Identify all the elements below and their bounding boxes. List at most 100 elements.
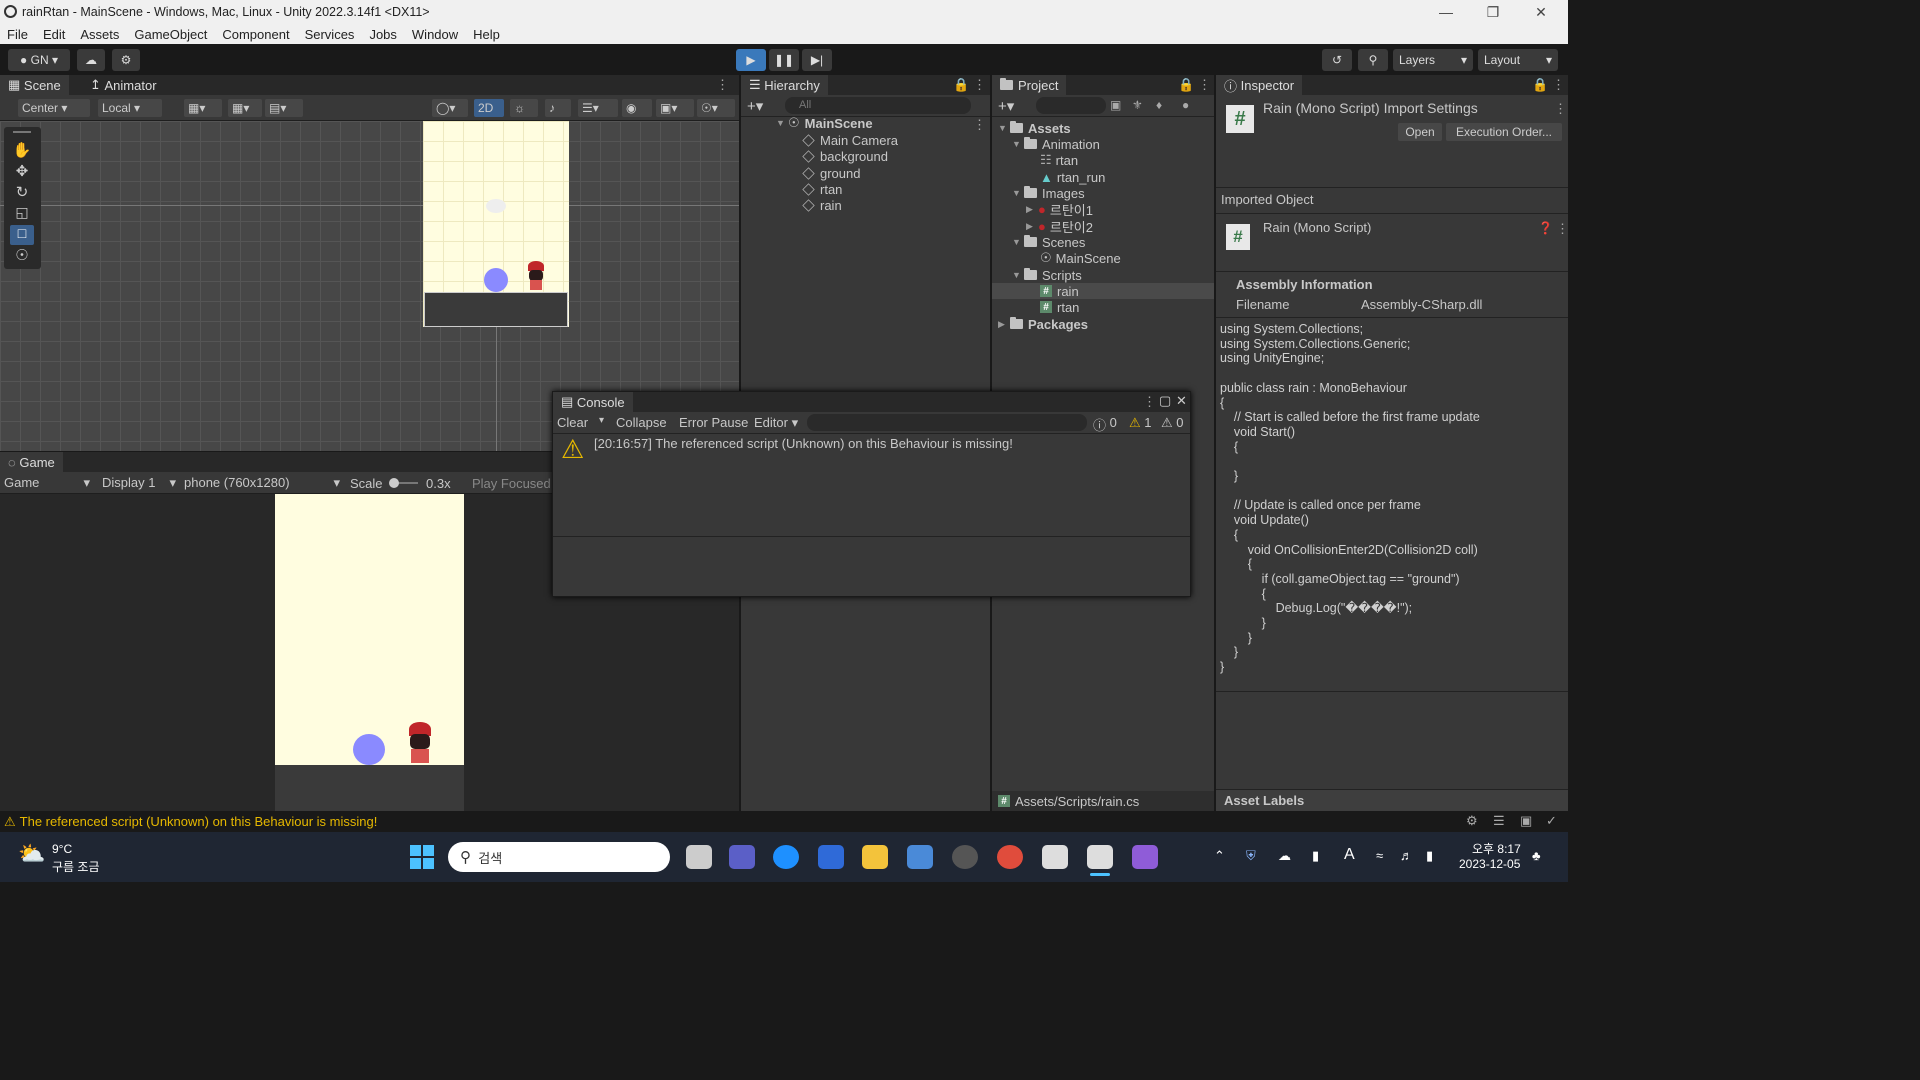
more-icon[interactable]: ⋮ xyxy=(716,77,729,93)
hierarchy-item-background[interactable]: background xyxy=(802,148,888,164)
project-item-rtan-run[interactable]: ▲ rtan_run xyxy=(1040,169,1105,185)
effects-icon[interactable]: ☰▾ xyxy=(578,99,618,117)
search-icon[interactable]: ⚲ xyxy=(1358,49,1388,71)
expand-icon[interactable]: ▼ xyxy=(998,123,1010,133)
expand-icon[interactable]: ▶ xyxy=(1026,204,1038,215)
expand-icon[interactable]: ▼ xyxy=(1012,270,1024,280)
remote-desktop-icon[interactable] xyxy=(907,845,933,869)
clock-date[interactable]: 2023-12-05 xyxy=(1459,857,1520,871)
expand-icon[interactable]: ▶ xyxy=(1026,221,1038,232)
tab-animator[interactable]: ↥ Animator xyxy=(82,75,165,95)
resolution-dropdown[interactable]: phone (760x1280) ▾ xyxy=(184,475,340,491)
expand-icon[interactable]: ▶ xyxy=(998,319,1010,330)
clear-options-dropdown[interactable]: ▾ xyxy=(599,415,604,426)
more-icon[interactable]: ⋮ xyxy=(1552,77,1565,93)
add-icon[interactable]: +▾ xyxy=(998,97,1014,115)
usb-icon[interactable]: ▮ xyxy=(1312,848,1319,864)
project-item-image-1[interactable]: ▶ ● 르탄이1 xyxy=(1026,201,1093,218)
project-item-mainscene[interactable]: ☉ MainScene xyxy=(1040,250,1121,266)
tab-console[interactable]: ▤ Console xyxy=(553,392,633,412)
toggle-2d-button[interactable]: 2D xyxy=(474,99,504,117)
tab-hierarchy[interactable]: ☰ Hierarchy xyxy=(741,75,828,95)
audio-icon[interactable]: ♪ xyxy=(545,99,571,117)
lighting-icon[interactable]: ☼ xyxy=(510,99,538,117)
menu-window[interactable]: Window xyxy=(405,27,466,42)
close-window-button[interactable]: ✕ xyxy=(1521,2,1561,22)
layout-dropdown[interactable]: Layout ▾ xyxy=(1478,49,1558,71)
file-explorer-icon[interactable] xyxy=(862,845,888,869)
tab-inspector[interactable]: ⓘ Inspector xyxy=(1216,75,1303,95)
add-icon[interactable]: +▾ xyxy=(747,97,763,115)
hierarchy-item-main-camera[interactable]: Main Camera xyxy=(802,132,898,148)
palette-handle[interactable] xyxy=(13,131,31,133)
notification-icon[interactable]: ♣ xyxy=(1532,848,1541,863)
scene-root-item[interactable]: ▼ ☉ MainScene xyxy=(776,115,873,131)
tab-scene[interactable]: ▦ Scene xyxy=(0,75,69,95)
project-folder-assets[interactable]: ▼ Assets xyxy=(998,120,1071,136)
rotate-tool-icon[interactable]: ↻ xyxy=(10,183,34,203)
scale-tool-icon[interactable]: ◱ xyxy=(10,204,34,224)
ime-icon[interactable]: A xyxy=(1344,846,1355,864)
editor-dropdown[interactable]: Editor ▾ xyxy=(754,415,798,431)
menu-component[interactable]: Component xyxy=(215,27,297,42)
expand-icon[interactable]: ▼ xyxy=(776,118,788,128)
unity-editor-icon[interactable] xyxy=(1087,845,1113,869)
space-dropdown[interactable]: Local ▾ xyxy=(98,99,162,117)
tab-project[interactable]: Project xyxy=(992,75,1067,95)
draw-mode-icon[interactable]: ◯▾ xyxy=(432,99,468,117)
increment-icon[interactable]: ▤▾ xyxy=(265,99,303,117)
error-pause-button[interactable]: Error Pause xyxy=(679,415,748,430)
expand-icon[interactable]: ▼ xyxy=(1012,139,1024,149)
security-icon[interactable]: ⛨ xyxy=(1246,848,1256,864)
tray-chevron-icon[interactable]: ⌃ xyxy=(1214,848,1225,864)
project-item-rtan-controller[interactable]: ☷ rtan xyxy=(1040,152,1078,168)
hierarchy-search-input[interactable]: All xyxy=(785,97,971,114)
open-button[interactable]: Open xyxy=(1398,123,1442,141)
teams-icon[interactable] xyxy=(729,845,755,869)
project-item-script-rain[interactable]: # rain xyxy=(1040,283,1079,299)
help-icon[interactable]: ❓ xyxy=(1538,221,1553,235)
collapse-button[interactable]: Collapse xyxy=(616,415,667,430)
wifi-icon[interactable]: ≈ xyxy=(1376,848,1383,863)
close-icon[interactable]: ✕ xyxy=(1176,393,1187,409)
maximize-icon[interactable]: ▢ xyxy=(1159,393,1171,409)
expand-icon[interactable]: ▼ xyxy=(1012,237,1024,247)
project-search-input[interactable] xyxy=(1036,97,1106,114)
lock-icon[interactable]: 🔒 xyxy=(1178,77,1194,93)
check-icon[interactable]: ✓ xyxy=(1546,813,1557,829)
search-type-icon[interactable]: ▣ xyxy=(1110,98,1121,112)
display-dropdown[interactable]: Display 1 ▾ xyxy=(102,475,176,491)
error-filter-toggle[interactable]: ⚠ 0 xyxy=(1161,415,1184,431)
edge-icon[interactable] xyxy=(773,845,799,869)
pause-button[interactable]: ❚❚ xyxy=(769,49,799,71)
cloud-icon[interactable]: ☁ xyxy=(77,49,105,71)
scale-slider-handle[interactable] xyxy=(389,478,399,488)
pivot-dropdown[interactable]: Center ▾ xyxy=(18,99,90,117)
project-folder-scenes[interactable]: ▼ Scenes xyxy=(1012,234,1085,250)
project-folder-animation[interactable]: ▼ Animation xyxy=(1012,136,1100,152)
status-bar[interactable]: ⚠ The referenced script (Unknown) on thi… xyxy=(0,811,1568,832)
play-button[interactable]: ▶ xyxy=(736,49,766,71)
settings-icon[interactable] xyxy=(952,845,978,869)
console-search-input[interactable] xyxy=(807,414,1087,431)
execution-order-button[interactable]: Execution Order... xyxy=(1446,123,1562,141)
menu-help[interactable]: Help xyxy=(466,27,508,42)
hierarchy-item-rtan[interactable]: rtan xyxy=(802,181,842,197)
info-filter-toggle[interactable]: ⓘ 0 xyxy=(1093,415,1117,434)
menu-gameobject[interactable]: GameObject xyxy=(127,27,215,42)
minimize-button[interactable]: — xyxy=(1426,2,1466,22)
more-icon[interactable]: ⋮ xyxy=(973,77,986,93)
clock-time[interactable]: 오후 8:17 xyxy=(1472,840,1521,857)
hierarchy-item-ground[interactable]: ground xyxy=(802,165,860,181)
hidden-packages-icon[interactable]: ● xyxy=(1182,98,1189,112)
collab-icon[interactable]: ⚙ xyxy=(112,49,140,71)
expand-icon[interactable]: ▼ xyxy=(1012,188,1024,198)
network-icon[interactable]: ▣ xyxy=(1520,813,1532,829)
console-log-entry[interactable]: ⚠ [20:16:57] The referenced script (Unkn… xyxy=(553,434,1190,474)
filter-icon[interactable]: ⚜ xyxy=(1132,98,1143,112)
snap-icon[interactable]: ▦▾ xyxy=(228,99,262,117)
project-item-image-2[interactable]: ▶ ● 르탄이2 xyxy=(1026,218,1093,235)
move-tool-icon[interactable]: ✥ xyxy=(10,162,34,182)
step-button[interactable]: ▶| xyxy=(802,49,832,71)
menu-services[interactable]: Services xyxy=(298,27,363,42)
